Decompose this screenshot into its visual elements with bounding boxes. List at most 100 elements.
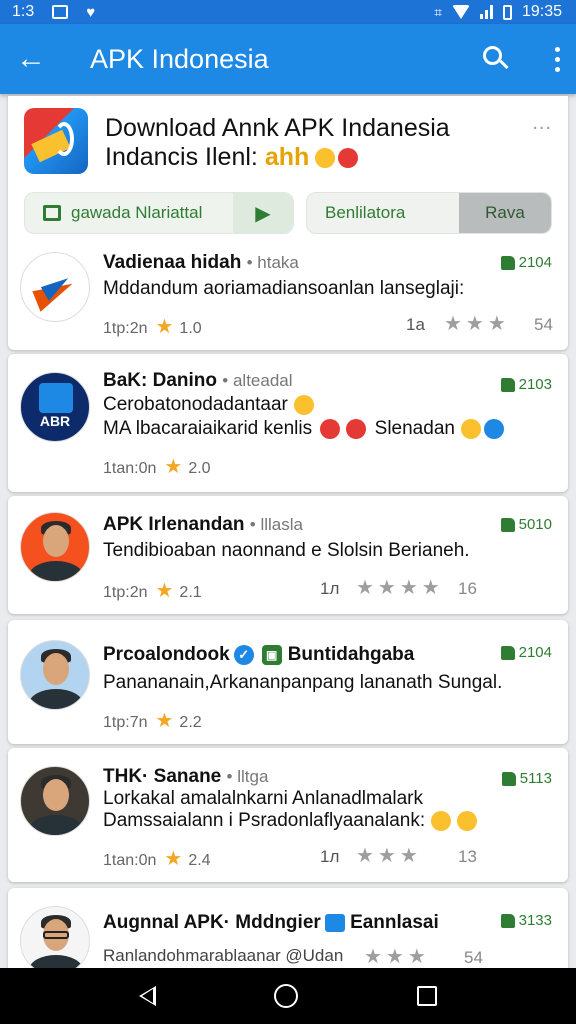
row-description: Cerobatonodadantaar xyxy=(103,394,314,416)
search-icon[interactable] xyxy=(483,46,509,72)
row-title: BaK: Danino • alteadal xyxy=(103,370,293,391)
row-description: Tendibioaban naonnand e Slolsin Berianeh… xyxy=(103,540,470,561)
vibrate-icon: ⌗ xyxy=(434,3,442,20)
filter-pill-label: Benlilatora xyxy=(325,203,406,222)
app-title-emoji-text: ahh xyxy=(264,143,310,171)
row-meta: 1tp:2n ★ 1.0 xyxy=(103,316,202,338)
verified-icon: ✓ xyxy=(233,644,254,665)
app-title: Download Annk APK Indanesia Indancis Ile… xyxy=(105,114,450,172)
row-meta: 1tp:2n ★ 2.1 xyxy=(103,580,202,602)
install-pill-label: gawada Nlariattal xyxy=(71,203,203,222)
app-header-card: Download Annk APK Indanesia Indancis Ile… xyxy=(8,96,568,350)
row-meta: 1tp:7n ★ 2.2 xyxy=(103,710,202,732)
row-description-2: Damssaialann i Psradonlaflyaanalank: xyxy=(103,810,478,832)
heart-icon: ♥ xyxy=(86,3,96,21)
emoji-icon xyxy=(460,418,481,439)
row-meta: 1tan:0n ★ 2.4 xyxy=(103,848,211,870)
emoji-icon xyxy=(338,148,359,169)
row-title: Prcoalondook ✓ ▣ Buntidahgaba xyxy=(103,644,415,665)
nav-recents-icon[interactable] xyxy=(416,986,437,1006)
emoji-icon xyxy=(293,394,314,415)
like-count: 2103 xyxy=(500,376,552,393)
back-arrow-icon[interactable]: ← xyxy=(16,42,58,76)
like-count: 5113 xyxy=(501,770,552,787)
avatar xyxy=(20,640,90,710)
emoji-icon xyxy=(320,418,341,439)
avatar xyxy=(20,512,90,582)
status-time: 19:35 xyxy=(521,3,562,20)
like-count: 2104 xyxy=(500,644,552,661)
row-description: Lorkakal amalalnkarni Anlanadlmalark xyxy=(103,788,424,809)
row-meta: 1tan:0n ★ 2.0 xyxy=(103,456,211,478)
emoji-icon xyxy=(346,418,367,439)
battery-icon xyxy=(502,4,512,20)
filter-pill[interactable]: Benlilatora Rava xyxy=(306,192,552,234)
status-left-text: 1:3 xyxy=(12,3,35,20)
avatar xyxy=(20,766,90,836)
star-icon: ★ xyxy=(155,710,174,732)
star-icon: ★ xyxy=(155,580,174,602)
install-pill-button[interactable]: gawada Nlariattal ▶ xyxy=(24,192,294,234)
list-item[interactable]: ABR BaK: Danino • alteadal 2103 Cerobato… xyxy=(8,354,568,492)
download-box-icon xyxy=(43,205,61,221)
nav-back-icon[interactable] xyxy=(139,986,157,1006)
list-item[interactable]: Augnnal APK· Mddngier Eannlasai 3133 Ran… xyxy=(8,888,568,978)
app-title-line2: Indancis Ilenl: xyxy=(105,143,265,171)
star-icon: ★ xyxy=(164,848,183,870)
wifi-icon xyxy=(451,5,470,19)
page-title: APK Indonesia xyxy=(90,43,269,74)
row-description-2: MA lbacaraiaikarid kenlis Slenadan xyxy=(103,418,507,440)
avatar xyxy=(20,906,90,976)
header-more-button[interactable]: ... xyxy=(532,112,552,135)
thumbs-up-icon xyxy=(500,645,515,660)
nav-home-icon[interactable] xyxy=(274,984,299,1008)
system-nav-bar xyxy=(0,968,576,1024)
emoji-icon xyxy=(457,810,478,831)
emoji-icon xyxy=(431,810,452,831)
filter-tab-rava[interactable]: Rava xyxy=(459,193,551,233)
app-badge-icon: ▣ xyxy=(261,644,282,665)
like-count: 3133 xyxy=(500,912,552,929)
row-mid-text: 1л xyxy=(320,847,340,866)
play-icon[interactable]: ▶ xyxy=(233,193,293,233)
row-mid-text: 1л xyxy=(320,579,340,598)
like-count: 5010 xyxy=(500,516,552,533)
notification-icon xyxy=(52,5,69,19)
list-item[interactable]: THK· Sanane • lltga 5113 Lorkakal amalal… xyxy=(8,748,568,882)
row-title: Augnnal APK· Mddngier Eannlasai xyxy=(103,912,439,933)
row-title: APK Irlenandan • lllasla xyxy=(103,514,303,535)
verified-icon xyxy=(483,418,504,439)
rating-number: 54 xyxy=(464,948,483,967)
app-tag-icon xyxy=(324,913,345,932)
app-bar: ← APK Indonesia xyxy=(0,24,576,94)
emoji-icon xyxy=(315,148,336,169)
signal-icon xyxy=(479,5,493,19)
star-icon: ★ xyxy=(164,456,183,478)
app-title-line1: Download Annk APK Indanesia xyxy=(105,114,450,142)
row-title: THK· Sanane • lltga xyxy=(103,766,269,787)
rating-number: 16 xyxy=(458,579,477,598)
star-icon: ★ xyxy=(155,316,174,338)
overflow-menu-icon[interactable] xyxy=(555,46,560,72)
thumbs-up-icon xyxy=(501,771,516,786)
rating-stars: ★★★ xyxy=(356,845,422,867)
thumbs-up-icon xyxy=(500,913,515,928)
list-item[interactable]: APK Irlenandan • lllasla 5010 Tendibioab… xyxy=(8,496,568,614)
rating-number: 54 xyxy=(534,315,553,334)
avatar xyxy=(20,252,90,322)
rating-stars: ★★★★ xyxy=(356,577,444,599)
list-item[interactable]: Prcoalondook ✓ ▣ Buntidahgaba 2104 Pananana… xyxy=(8,620,568,744)
thumbs-up-icon xyxy=(500,377,515,392)
rating-stars: ★★★ xyxy=(364,946,430,968)
app-logo-icon xyxy=(24,108,88,174)
avatar: ABR xyxy=(20,372,90,442)
thumbs-up-icon xyxy=(500,517,515,532)
status-bar: 1:3 ♥ ⌗ 19:35 xyxy=(0,0,576,24)
row-description: Panananain,Arkananpanpang lananath Sunga… xyxy=(103,672,503,693)
row-description: Mddandum aoriamadiansoanlan lanseglaji: xyxy=(103,278,465,299)
row-description: Ranlandohmarablaanar @Udan xyxy=(103,946,344,965)
like-count: 2104 xyxy=(500,254,552,271)
rating-number: 13 xyxy=(458,847,477,866)
row-title[interactable]: Vadienaa hidah • htaka xyxy=(103,252,299,274)
row-mid-text: 1a xyxy=(406,315,425,334)
